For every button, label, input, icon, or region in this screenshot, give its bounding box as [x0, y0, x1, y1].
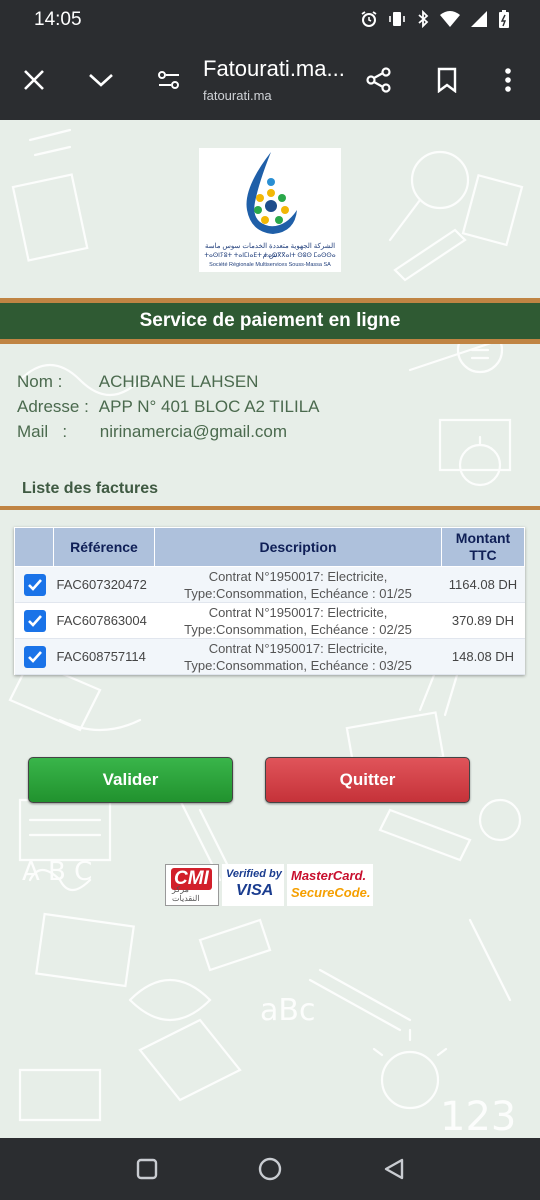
validate-button[interactable]: Valider	[28, 757, 233, 803]
invoice-description-line1: Contrat N°1950017: Electricite,	[208, 568, 388, 584]
svg-text:123: 123	[440, 1094, 516, 1138]
mail-label: Mail :	[17, 422, 68, 441]
nav-recent-icon[interactable]	[134, 1156, 160, 1182]
page-settings-icon[interactable]	[151, 62, 187, 98]
quit-button[interactable]: Quitter	[265, 757, 470, 803]
amount-column-header: Montant TTC	[441, 527, 525, 567]
reference-column-header: Référence	[53, 527, 155, 567]
signal-icon	[470, 10, 488, 28]
amount-header-line1: Montant	[455, 530, 511, 546]
share-icon[interactable]	[361, 62, 397, 98]
verified-by-visa-logo: Verified by VISA	[222, 864, 284, 906]
page-title[interactable]: Fatourati.ma...	[203, 56, 345, 82]
checkbox-checked-icon[interactable]	[23, 609, 46, 632]
status-bar: 14:05	[0, 0, 540, 40]
payment-logos: CMI مركز النقديات Verified by VISA Maste…	[165, 864, 373, 906]
invoice-description-line1: Contrat N°1950017: Electricite,	[208, 640, 388, 656]
table-header-row: Référence Description Montant TTC	[14, 527, 525, 567]
invoice-reference: FAC607863004	[53, 602, 155, 639]
table-row[interactable]: FAC608757114 Contrat N°1950017: Electric…	[14, 638, 525, 675]
battery-icon	[498, 9, 510, 29]
cmi-logo: CMI مركز النقديات	[165, 864, 219, 906]
alarm-icon	[360, 10, 378, 28]
banner-title: Service de paiement en ligne	[139, 310, 401, 331]
invoice-description-line1: Contrat N°1950017: Electricite,	[208, 604, 388, 620]
visa-logo-line2: VISA	[236, 882, 274, 899]
invoice-description: Contrat N°1950017: Electricite, Type:Con…	[154, 566, 442, 603]
status-icons	[360, 9, 510, 29]
service-banner: Service de paiement en ligne	[0, 298, 540, 344]
select-column-header	[14, 527, 54, 567]
invoice-reference: FAC608757114	[53, 638, 155, 675]
invoice-table: Référence Description Montant TTC FAC607…	[14, 527, 525, 675]
client-address: APP N° 401 BLOC A2 TILILA	[98, 397, 320, 416]
invoice-description-line2: Type:Consommation, Echéance : 02/25	[184, 621, 412, 637]
invoice-description-line2: Type:Consommation, Echéance : 03/25	[184, 657, 412, 673]
client-mail: nirinamercia@gmail.com	[99, 422, 288, 441]
logo-tifinagh-text: ⵜⴰⵙⵏⵢⵓⵜ ⵜⴰⵏⵎⵏⴰⴹⵜ ⵜⴰⵙⴳⴳⴰⵏⵜ ⵙⵓⵙ ⵎⴰⵙⵙⴰ	[204, 253, 336, 259]
invoice-amount: 1164.08 DH	[441, 566, 525, 603]
visa-logo-line1: Verified by	[226, 868, 282, 880]
invoice-reference: FAC607320472	[53, 566, 155, 603]
srm-logo: الشركة الجهوية متعددة الخدمات سوس ماسة ش…	[199, 148, 341, 272]
invoice-list-title: Liste des factures	[22, 480, 159, 497]
invoice-description-line2: Type:Consommation, Echéance : 01/25	[184, 585, 412, 601]
client-mail-row: Mail : nirinamercia@gmail.com	[17, 422, 287, 442]
client-address-row: Adresse : APP N° 401 BLOC A2 TILILA	[17, 397, 319, 417]
more-icon[interactable]	[490, 62, 526, 98]
nav-home-icon[interactable]	[257, 1156, 283, 1182]
amount-header-line2: TTC	[469, 547, 497, 563]
close-icon[interactable]	[16, 62, 52, 98]
invoice-amount: 148.08 DH	[441, 638, 525, 675]
invoice-amount: 370.89 DH	[441, 602, 525, 639]
wifi-icon	[440, 10, 460, 28]
page-domain[interactable]: fatourati.ma	[203, 88, 272, 103]
svg-text:A B C: A B C	[22, 857, 92, 887]
vibrate-icon	[388, 10, 406, 28]
client-name: ACHIBANE LAHSEN	[98, 372, 259, 391]
name-label: Nom :	[17, 372, 63, 391]
browser-toolbar: Fatourati.ma... fatourati.ma	[0, 40, 540, 120]
table-row[interactable]: FAC607320472 Contrat N°1950017: Electric…	[14, 566, 525, 603]
invoice-description: Contrat N°1950017: Electricite, Type:Con…	[154, 602, 442, 639]
logo-french-text: Société Régionale Multiservices Souss-Ma…	[209, 262, 331, 268]
nav-back-icon[interactable]	[381, 1156, 407, 1182]
invoice-description: Contrat N°1950017: Electricite, Type:Con…	[154, 638, 442, 675]
bookmark-icon[interactable]	[429, 62, 465, 98]
mastercard-securecode-logo: MasterCard. SecureCode.	[287, 864, 373, 906]
page-content: A B C 123 aBc الشركة الجهوية متعددة الخد…	[0, 120, 540, 1138]
section-divider	[0, 506, 540, 510]
description-column-header: Description	[154, 527, 442, 567]
client-name-row: Nom : ACHIBANE LAHSEN	[17, 372, 258, 392]
address-label: Adresse :	[17, 397, 89, 416]
checkbox-checked-icon[interactable]	[23, 645, 46, 668]
table-row[interactable]: FAC607863004 Contrat N°1950017: Electric…	[14, 602, 525, 639]
bluetooth-icon	[416, 10, 430, 28]
system-nav-bar	[0, 1138, 540, 1200]
status-time: 14:05	[34, 9, 82, 30]
svg-text:aBc: aBc	[260, 993, 315, 1028]
cmi-logo-arabic: مركز النقديات	[172, 885, 200, 903]
chevron-down-icon[interactable]	[83, 62, 119, 98]
checkbox-checked-icon[interactable]	[23, 573, 46, 596]
mc-logo-line2: SecureCode.	[291, 885, 371, 900]
mc-logo-line1: MasterCard.	[291, 868, 367, 883]
